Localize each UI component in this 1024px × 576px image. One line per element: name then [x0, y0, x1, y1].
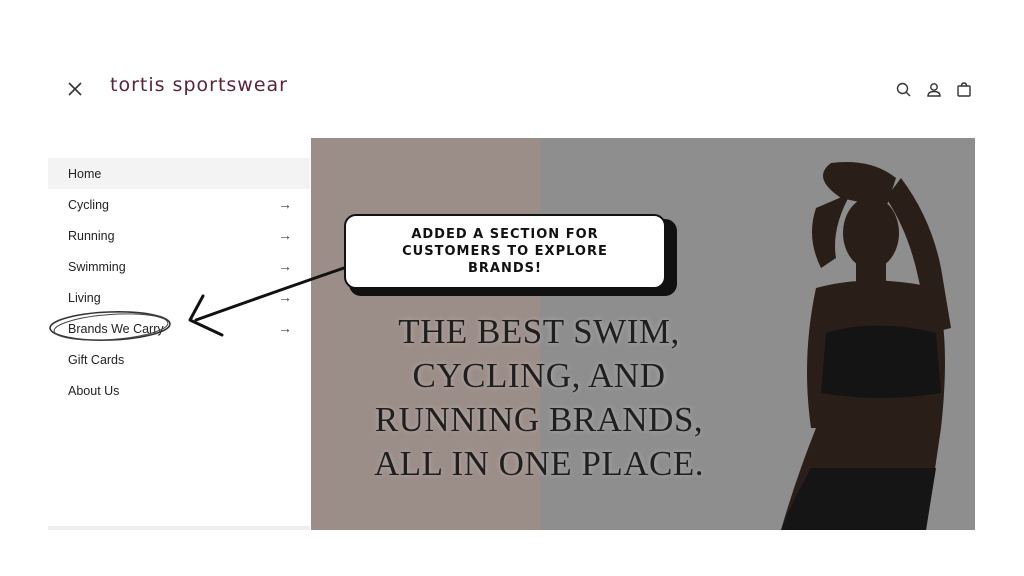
menu-divider: [48, 526, 310, 530]
search-icon[interactable]: [894, 80, 914, 100]
close-icon[interactable]: [64, 78, 86, 100]
header-icons: [894, 80, 974, 100]
arrow-right-icon: →: [278, 196, 292, 212]
menu-item-brands-we-carry[interactable]: Brands We Carry →: [48, 313, 310, 344]
menu-item-gift-cards[interactable]: Gift Cards: [48, 344, 310, 375]
menu-item-label: Home: [68, 166, 102, 181]
menu-item-label: Gift Cards: [68, 352, 125, 367]
menu-item-about-us[interactable]: About Us: [48, 375, 310, 406]
hero-banner: THE BEST SWIM, CYCLING, AND RUNNING BRAN…: [311, 138, 975, 530]
menu-item-label: Living: [68, 290, 101, 305]
menu-item-home[interactable]: Home: [48, 158, 310, 189]
menu-item-living[interactable]: Living →: [48, 282, 310, 313]
annotation-callout: Added a section for customers to explore…: [344, 214, 666, 289]
arrow-right-icon: →: [278, 258, 292, 274]
hero-heading-line: ALL IN ONE PLACE.: [374, 444, 704, 483]
account-icon[interactable]: [924, 80, 944, 100]
menu-item-running[interactable]: Running →: [48, 220, 310, 251]
hero-heading-line: CYCLING, AND: [412, 356, 666, 395]
menu-item-cycling[interactable]: Cycling →: [48, 189, 310, 220]
arrow-right-icon: →: [278, 227, 292, 243]
callout-line: customers to explore: [402, 244, 608, 259]
brand-logo[interactable]: tortis sportswear: [110, 74, 288, 96]
hero-heading: THE BEST SWIM, CYCLING, AND RUNNING BRAN…: [347, 310, 731, 486]
arrow-right-icon: →: [278, 289, 292, 305]
arrow-right-icon: →: [278, 320, 292, 336]
menu-item-label: About Us: [68, 383, 120, 398]
side-menu: Home Cycling → Running → Swimming → Livi…: [48, 158, 310, 530]
hero-heading-line: RUNNING BRANDS,: [374, 400, 704, 439]
menu-item-label: Swimming: [68, 259, 126, 274]
menu-item-label: Cycling: [68, 197, 109, 212]
menu-item-swimming[interactable]: Swimming →: [48, 251, 310, 282]
hero-heading-line: THE BEST SWIM,: [398, 312, 680, 351]
callout-line: brands!: [468, 261, 542, 276]
callout-line: Added a section for: [411, 227, 599, 242]
menu-item-label: Running: [68, 228, 115, 243]
menu-item-label: Brands We Carry: [68, 321, 164, 336]
site-header: tortis sportswear: [0, 60, 1024, 120]
cart-icon[interactable]: [954, 80, 974, 100]
